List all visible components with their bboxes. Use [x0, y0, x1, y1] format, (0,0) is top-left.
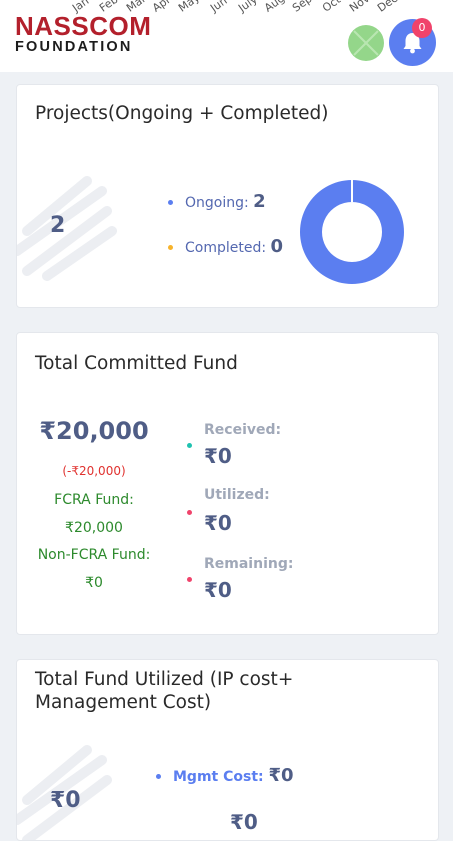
projects-total: 2 — [50, 213, 66, 238]
ip-cost-value: ₹0 — [230, 810, 258, 834]
mgmt-cost-row: Mgmt Cost: ₹0 — [173, 765, 294, 786]
completed-value: 0 — [270, 236, 284, 257]
month-label: Aug — [262, 0, 288, 15]
projects-donut-chart[interactable] — [299, 179, 405, 285]
utilized-label: Utilized: — [204, 487, 270, 503]
mgmt-cost-label: Mgmt Cost: — [173, 769, 264, 785]
logo-wordmark-top: NASSCOM — [15, 11, 152, 41]
ongoing-legend-dot — [168, 200, 173, 205]
fcra-fund-value: ₹20,000 — [65, 520, 123, 536]
nasscom-foundation-logo[interactable]: NASSCOM FOUNDATION — [15, 13, 151, 55]
month-label: Sep — [290, 0, 315, 15]
avatar-placeholder-icon — [353, 30, 379, 56]
mgmt-cost-value: ₹0 — [268, 765, 294, 786]
completed-legend-dot — [168, 245, 173, 250]
nonfcra-fund-value: ₹0 — [85, 575, 103, 591]
utilized-title-line2: Management Cost) — [35, 692, 212, 713]
completed-label: Completed: — [185, 240, 267, 256]
month-label: May — [176, 0, 203, 15]
mgmt-cost-dot — [156, 774, 161, 779]
utilized-value: ₹0 — [204, 511, 232, 535]
month-label: Apr — [150, 0, 174, 15]
nonfcra-fund-label: Non-FCRA Fund: — [37, 547, 151, 563]
decorative-stripes — [17, 176, 117, 281]
month-label: Dec — [375, 0, 400, 15]
ongoing-label: Ongoing: — [185, 195, 249, 211]
committed-amount: ₹20,000 — [39, 417, 149, 445]
remaining-value: ₹0 — [204, 578, 232, 602]
month-label: July — [236, 0, 260, 15]
top-header: Jan Feb Mar Apr May Jun July Aug Sep Oct Nov Dec NA… — [0, 0, 453, 72]
remaining-dot — [187, 577, 192, 582]
fund-utilized-card: Total Fund Utilized (IP cost+ Management… — [16, 659, 439, 841]
projects-card-title: Projects(Ongoing + Completed) — [35, 103, 329, 124]
legend-ongoing: Ongoing: 2 — [185, 191, 266, 212]
notification-count-badge: 0 — [412, 18, 432, 38]
month-label: Jun — [208, 0, 230, 15]
received-label: Received: — [204, 422, 282, 438]
remaining-label: Remaining: — [204, 556, 294, 572]
received-dot — [187, 443, 192, 448]
projects-card: Projects(Ongoing + Completed) 2 Ongoing:… — [16, 84, 439, 308]
ongoing-value: 2 — [253, 191, 266, 212]
committed-fund-card: Total Committed Fund ₹20,000 (-₹20,000) … — [16, 332, 439, 635]
utilized-dot — [187, 510, 192, 515]
utilized-title-line1: Total Fund Utilized (IP cost+ — [35, 669, 294, 690]
logo-wordmark-bottom: FOUNDATION — [15, 39, 133, 55]
month-label: Oct — [320, 0, 344, 15]
utilized-card-title: Total Fund Utilized (IP cost+ Management… — [35, 668, 293, 714]
committed-card-title: Total Committed Fund — [35, 353, 238, 374]
month-label: Nov — [347, 0, 373, 15]
legend-completed: Completed: 0 — [185, 236, 283, 257]
committed-delta: (-₹20,000) — [62, 464, 126, 478]
fcra-fund-label: FCRA Fund: — [54, 492, 134, 508]
utilized-total: ₹0 — [50, 788, 81, 813]
received-value: ₹0 — [204, 444, 232, 468]
user-avatar[interactable] — [348, 25, 384, 61]
